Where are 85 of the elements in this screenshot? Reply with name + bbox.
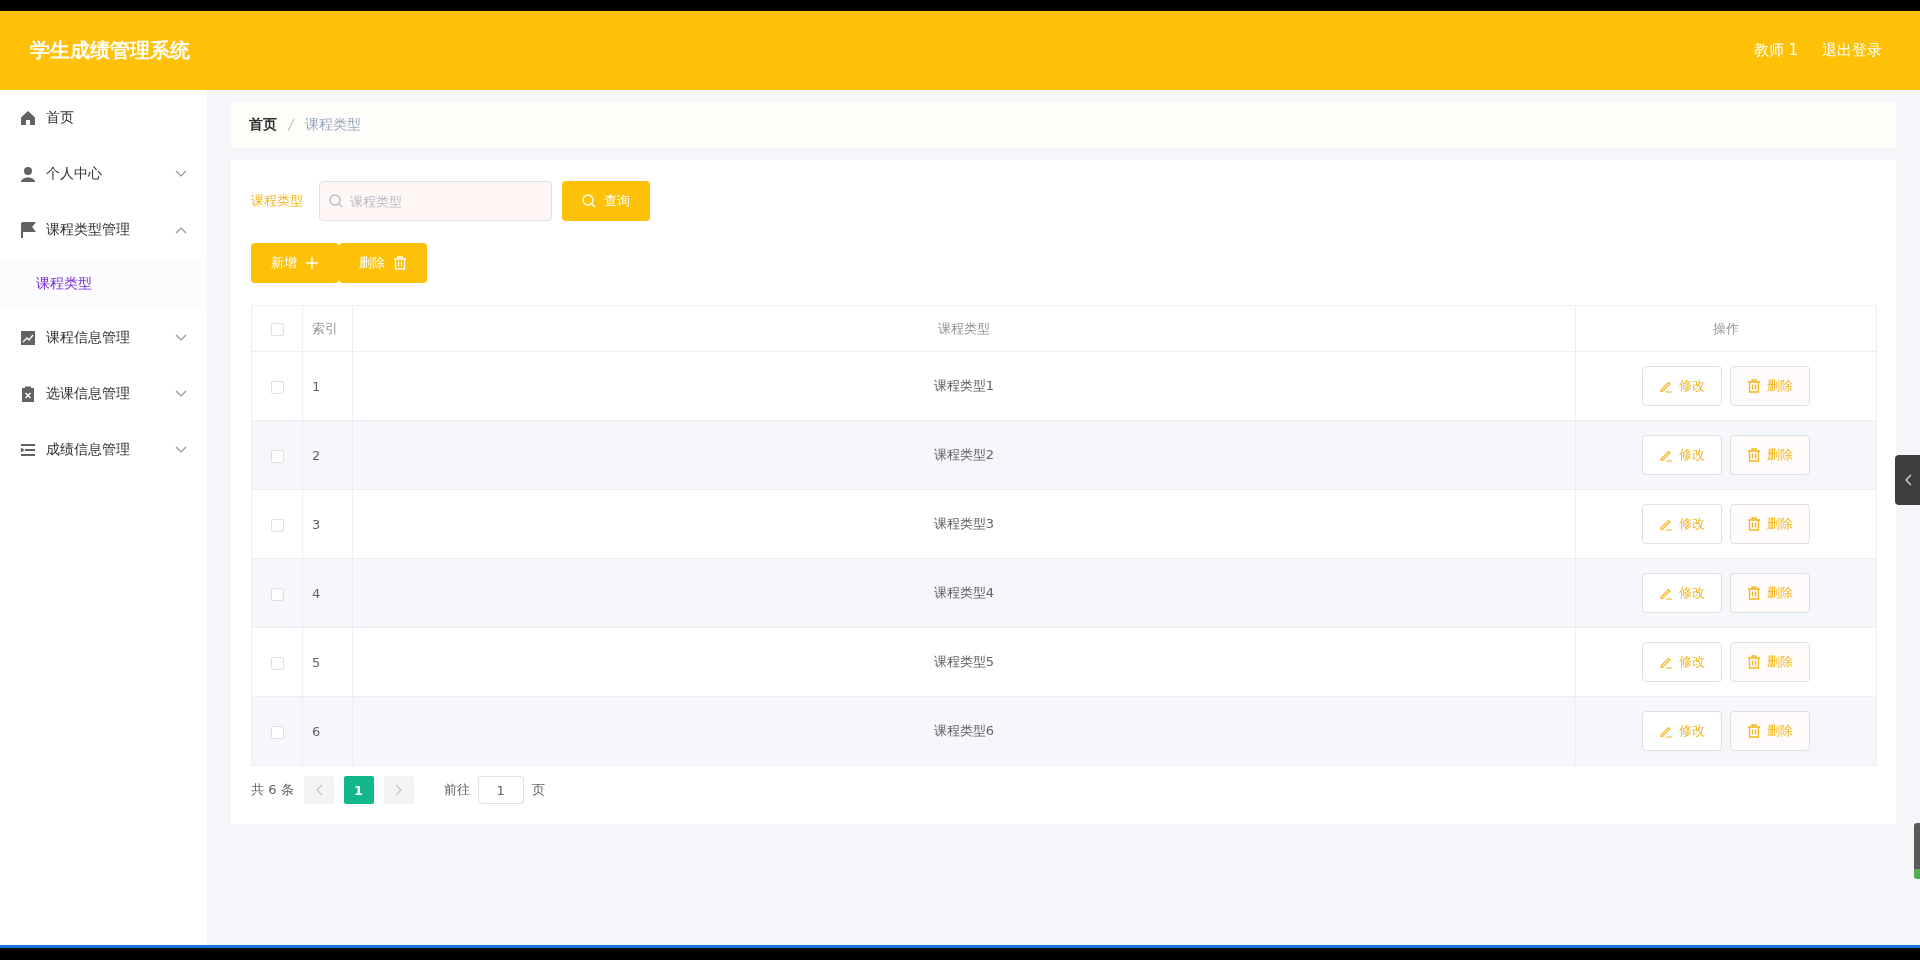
search-label: 课程类型 bbox=[251, 192, 304, 210]
logout-link[interactable]: 退出登录 bbox=[1822, 41, 1882, 60]
search-icon bbox=[329, 194, 343, 208]
column-header: 操作 bbox=[1713, 320, 1739, 336]
index-cell: 3 bbox=[312, 516, 321, 532]
sidebar-item[interactable]: 成绩信息管理 bbox=[0, 422, 207, 478]
row-checkbox[interactable] bbox=[270, 380, 284, 394]
index-cell: 5 bbox=[312, 654, 321, 670]
edit-button[interactable]: 修改 bbox=[1642, 504, 1722, 544]
delete-button[interactable]: 删除 bbox=[1730, 711, 1810, 751]
pencil-icon bbox=[1659, 724, 1673, 738]
edit-button[interactable]: 修改 bbox=[1642, 642, 1722, 682]
column-header: 索引 bbox=[312, 320, 338, 336]
trash-icon bbox=[1747, 724, 1761, 738]
plus-icon bbox=[305, 256, 319, 270]
course-type-cell: 课程类型2 bbox=[933, 447, 995, 462]
trash-icon bbox=[1747, 517, 1761, 531]
course-type-cell: 课程类型1 bbox=[933, 378, 995, 393]
index-cell: 4 bbox=[312, 585, 321, 601]
edit-button[interactable]: 修改 bbox=[1642, 711, 1722, 751]
sidebar-item[interactable]: 个人中心 bbox=[0, 146, 207, 202]
prev-page-button[interactable] bbox=[303, 776, 334, 804]
clipboard-icon bbox=[20, 386, 36, 402]
breadcrumb-item[interactable]: 首页 bbox=[249, 116, 277, 134]
chevron-left-icon bbox=[314, 784, 323, 796]
user-name: 教师 1 bbox=[1753, 41, 1798, 60]
search-field[interactable]: 课程类型 bbox=[319, 181, 552, 221]
course-type-cell: 课程类型6 bbox=[933, 723, 995, 738]
pencil-icon bbox=[1659, 517, 1673, 531]
column-header: 课程类型 bbox=[938, 320, 990, 336]
sidebar-item[interactable]: 课程信息管理 bbox=[0, 310, 207, 366]
row-checkbox[interactable] bbox=[270, 518, 284, 532]
delete-button[interactable]: 删除 bbox=[1730, 504, 1810, 544]
trash-icon bbox=[1747, 448, 1761, 462]
trash-icon bbox=[393, 256, 407, 270]
page-input[interactable]: 1 bbox=[477, 776, 524, 804]
course-type-cell: 课程类型4 bbox=[933, 585, 995, 600]
pencil-icon bbox=[1659, 655, 1673, 669]
page-number[interactable]: 1 bbox=[343, 776, 374, 804]
next-page-button[interactable] bbox=[383, 776, 414, 804]
chart-icon bbox=[20, 330, 36, 346]
row-checkbox[interactable] bbox=[270, 587, 284, 601]
search-button[interactable]: 查询 bbox=[562, 181, 650, 221]
total-count: 共 6 条 bbox=[251, 781, 294, 799]
index-cell: 6 bbox=[312, 723, 321, 739]
row-checkbox[interactable] bbox=[270, 656, 284, 670]
goto-label: 前往 bbox=[443, 781, 470, 799]
chevron-right-icon bbox=[394, 784, 403, 796]
home-icon bbox=[20, 110, 36, 126]
delete-button[interactable]: 删除 bbox=[1730, 366, 1810, 406]
delete-button[interactable]: 删除 bbox=[1730, 642, 1810, 682]
select-all-checkbox[interactable] bbox=[270, 323, 284, 336]
course-type-cell: 课程类型5 bbox=[933, 654, 995, 669]
sidebar-item[interactable]: 首页 bbox=[0, 90, 207, 146]
row-checkbox[interactable] bbox=[270, 725, 284, 739]
page-suffix: 页 bbox=[531, 781, 545, 799]
index-cell: 2 bbox=[312, 447, 321, 463]
list-icon bbox=[20, 442, 36, 458]
app-title: 学生成绩管理系统 bbox=[30, 37, 191, 64]
slash-icon bbox=[287, 118, 295, 132]
edit-button[interactable]: 修改 bbox=[1642, 366, 1722, 406]
delete-button[interactable]: 删除 bbox=[339, 243, 427, 283]
flag-icon bbox=[20, 222, 36, 238]
trash-icon bbox=[1747, 586, 1761, 600]
scrollbar-thumb[interactable] bbox=[1914, 823, 1920, 879]
search-icon bbox=[582, 194, 596, 208]
pencil-icon bbox=[1659, 448, 1673, 462]
index-cell: 1 bbox=[312, 378, 321, 394]
sidebar-item[interactable]: 课程类型管理 bbox=[0, 202, 207, 258]
trash-icon bbox=[1747, 379, 1761, 393]
chevron-left-icon bbox=[1903, 474, 1912, 486]
add-button[interactable]: 新增 bbox=[251, 243, 339, 283]
sidebar-item[interactable]: 选课信息管理 bbox=[0, 366, 207, 422]
delete-button[interactable]: 删除 bbox=[1730, 435, 1810, 475]
pencil-icon bbox=[1659, 586, 1673, 600]
breadcrumb-item: 课程类型 bbox=[305, 116, 361, 134]
delete-button[interactable]: 删除 bbox=[1730, 573, 1810, 613]
pencil-icon bbox=[1659, 379, 1673, 393]
course-type-cell: 课程类型3 bbox=[933, 516, 995, 531]
collapse-handle[interactable] bbox=[1895, 455, 1920, 505]
edit-button[interactable]: 修改 bbox=[1642, 435, 1722, 475]
row-checkbox[interactable] bbox=[270, 449, 284, 463]
user-icon bbox=[20, 166, 36, 182]
edit-button[interactable]: 修改 bbox=[1642, 573, 1722, 613]
trash-icon bbox=[1747, 655, 1761, 669]
